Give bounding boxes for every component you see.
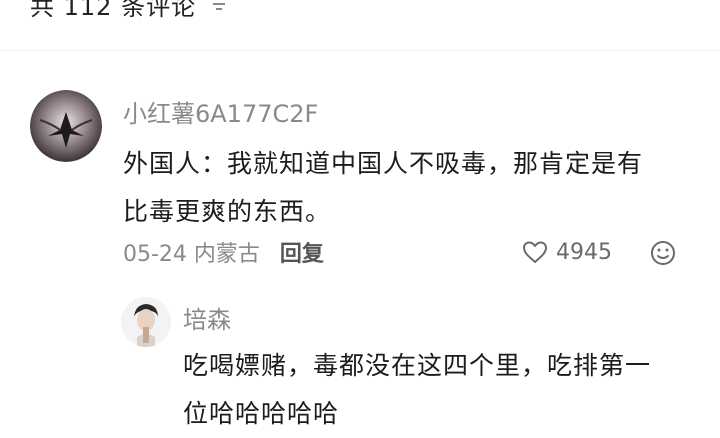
comment-text-line: 比毒更爽的东西。 — [123, 197, 332, 226]
comment-text: 外国人：我就知道中国人不吸毒，那肯定是有 比毒更爽的东西。 — [123, 140, 698, 236]
comments-header: 共 112 条评论 — [30, 0, 230, 22]
comment-meta: 05-24 内蒙古 回复 — [123, 236, 324, 268]
comments-count-title: 共 112 条评论 — [30, 0, 197, 21]
comment-username[interactable]: 小红薯6A177C2F — [123, 94, 318, 129]
header-divider — [0, 50, 720, 51]
comment-text-line: 外国人：我就知道中国人不吸毒，那肯定是有 — [123, 149, 644, 178]
avatar[interactable] — [30, 90, 102, 162]
heart-icon — [523, 241, 547, 263]
reply-text-line: 位哈哈哈哈哈 — [183, 399, 340, 428]
sort-filter-icon[interactable] — [208, 0, 230, 15]
reply-text: 吃喝嫖赌，毒都没在这四个里，吃排第一 位哈哈哈哈哈 — [183, 342, 703, 438]
reply-button[interactable]: 回复 — [280, 236, 324, 268]
like-button[interactable]: 4945 — [520, 236, 612, 268]
reply-text-line: 吃喝嫖赌，毒都没在这四个里，吃排第一 — [183, 351, 652, 380]
reply-username[interactable]: 培森 — [183, 300, 231, 335]
reply-avatar-image — [121, 297, 171, 347]
like-count: 4945 — [556, 239, 612, 265]
avatar-image — [30, 90, 102, 162]
emoji-smile-icon[interactable] — [648, 238, 678, 268]
comment-date-location: 05-24 内蒙古 — [123, 242, 260, 267]
reply-avatar[interactable] — [121, 297, 171, 347]
